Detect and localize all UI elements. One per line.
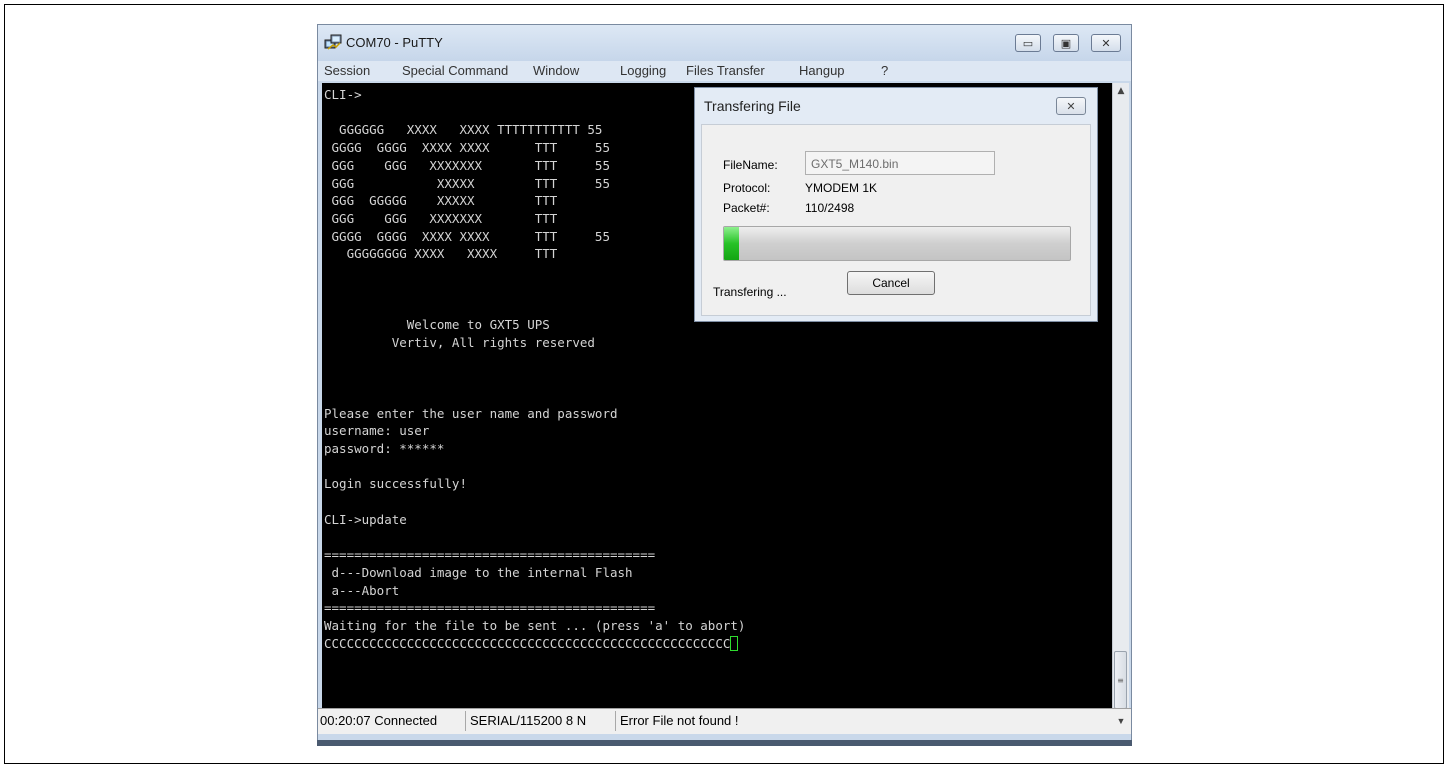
progress-fill [724,227,740,260]
menu-hangup[interactable]: Hangup [799,63,845,78]
terminal-line: a---Abort [324,582,400,598]
menu-files-transfer[interactable]: Files Transfer [686,63,765,78]
menu-help[interactable]: ? [881,63,888,78]
maximize-button[interactable]: ▣ [1053,34,1079,52]
transfer-dialog: Transfering File ✕ FileName: GXT5_M140.b… [694,87,1098,322]
taskbar-strip [317,740,1132,746]
packet-value: 110/2498 [805,201,855,215]
putty-app-icon[interactable] [324,34,342,52]
dialog-body: FileName: GXT5_M140.bin Protocol: YMODEM… [701,124,1091,316]
scroll-down-icon[interactable]: ▼ [1113,713,1129,729]
status-message: Error File not found ! [620,713,739,728]
minimize-button[interactable]: ▭ [1015,34,1041,52]
terminal-line: GGGGGGGG XXXX XXXX TTT [324,246,558,262]
filename-label: FileName: [723,158,778,172]
terminal-line: GGG GGG XXXXXXX TTT [324,210,558,226]
scroll-up-icon[interactable]: ▲ [1113,83,1129,99]
maximize-icon: ▣ [1060,36,1072,50]
minimize-icon: ▭ [1022,36,1034,50]
menu-special-command[interactable]: Special Command [402,63,508,78]
protocol-value: YMODEM 1K [805,181,878,195]
terminal-line: GGG XXXXX TTT 55 [324,175,610,191]
terminal-line: GGG GGGGG XXXXX TTT [324,193,558,209]
terminal-line: username: user [324,423,430,439]
dialog-title: Transfering File [704,98,801,114]
terminal-line: Waiting for the file to be sent ... (pre… [324,618,746,634]
terminal-line: Please enter the user name and password [324,405,618,421]
terminal-line: GGGG GGGG XXXX XXXX TTT 55 [324,228,610,244]
terminal-line: CLI-> [324,87,362,102]
status-bar: 00:20:07 Connected SERIAL/115200 8 N Err… [318,708,1131,734]
protocol-label: Protocol: [723,181,771,195]
terminal-line: Login successfully! [324,476,467,492]
terminal-output: CLI-> GGGGGG XXXX XXXX TTTTTTTTTTT 55 GG… [324,86,745,653]
transfer-status-text: Transfering ... [713,285,787,299]
close-icon: ✕ [1101,36,1111,50]
terminal-line: CCCCCCCCCCCCCCCCCCCCCCCCCCCCCCCCCCCCCCCC… [324,635,731,651]
menu-window[interactable]: Window [533,63,579,78]
transfer-progress-bar [723,226,1071,261]
terminal-line: d---Download image to the internal Flash [324,564,633,580]
menu-session[interactable]: Session [324,63,370,78]
scrollbar-thumb[interactable]: ≡ [1114,651,1127,709]
terminal-line: Welcome to GXT5 UPS [324,317,550,333]
window-title: COM70 - PuTTY [346,35,443,50]
status-connection: 00:20:07 Connected [320,713,438,728]
status-divider [465,711,466,731]
menu-logging[interactable]: Logging [620,63,666,78]
terminal-line: GGGGGG XXXX XXXX TTTTTTTTTTT 55 [324,122,603,138]
filename-field: GXT5_M140.bin [805,151,995,175]
cancel-button[interactable]: Cancel [847,271,935,295]
terminal-cursor [730,635,739,651]
terminal-line: GGGG GGGG XXXX XXXX TTT 55 [324,140,610,156]
terminal-line: password: ****** [324,441,445,457]
terminal-line: GGG GGG XXXXXXX TTT 55 [324,157,610,173]
terminal-line: Vertiv, All rights reserved [324,334,595,350]
vertical-scrollbar[interactable]: ▲ ≡ [1112,83,1129,730]
packet-label: Packet#: [723,201,770,215]
close-icon: ✕ [1066,99,1076,113]
menu-bar: Session Special Command Window Logging F… [318,61,1131,81]
close-button[interactable]: ✕ [1091,34,1121,52]
terminal-line: ========================================… [324,547,656,563]
status-divider [615,711,616,731]
status-serial: SERIAL/115200 8 N [470,713,587,728]
terminal-line: CLI->update [324,511,407,527]
terminal-line: ========================================… [324,600,656,616]
dialog-close-button[interactable]: ✕ [1056,97,1086,115]
title-bar[interactable]: COM70 - PuTTY ▭ ▣ ✕ [318,25,1131,61]
